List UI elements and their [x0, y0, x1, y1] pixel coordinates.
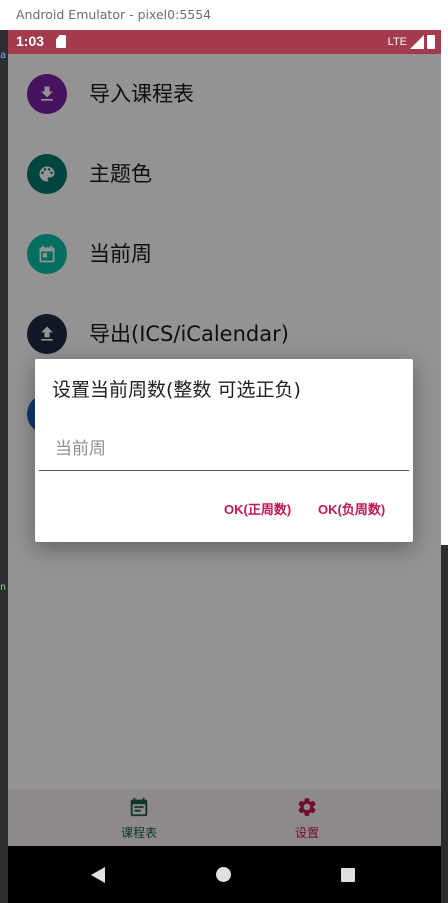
current-week-input[interactable]	[39, 427, 409, 471]
home-icon[interactable]	[216, 867, 231, 882]
ide-background-left: a n	[0, 30, 8, 903]
device-screen: 1:03 LTE 导入课程表 主题色 当前周 导出(ICS/iCalendar)…	[8, 30, 441, 903]
sd-card-icon	[56, 35, 66, 48]
status-bar: 1:03 LTE	[8, 30, 441, 54]
ide-text-fragment: n	[0, 582, 7, 593]
emulator-title-bar: Android Emulator - pixel0:5554	[0, 0, 448, 30]
status-icons: LTE	[388, 34, 435, 50]
ide-background-right-panel	[441, 30, 448, 545]
network-type: LTE	[387, 36, 407, 48]
system-navigation-bar	[8, 846, 441, 903]
current-week-dialog: 设置当前周数(整数 可选正负) OK(正周数) OK(负周数)	[35, 359, 413, 542]
ide-text-fragment: a	[0, 50, 7, 61]
back-icon[interactable]	[91, 867, 105, 883]
ok-positive-week-button[interactable]: OK(正周数)	[224, 499, 291, 518]
dialog-title: 设置当前周数(整数 可选正负)	[52, 379, 301, 401]
recent-apps-icon[interactable]	[341, 868, 355, 882]
status-time: 1:03	[16, 33, 45, 49]
signal-icon	[410, 35, 424, 49]
ok-negative-week-button[interactable]: OK(负周数)	[318, 499, 385, 518]
battery-icon	[427, 35, 435, 49]
window-title: Android Emulator - pixel0:5554	[16, 7, 212, 22]
screen-root: Android Emulator - pixel0:5554 a n 1:03 …	[0, 0, 448, 903]
